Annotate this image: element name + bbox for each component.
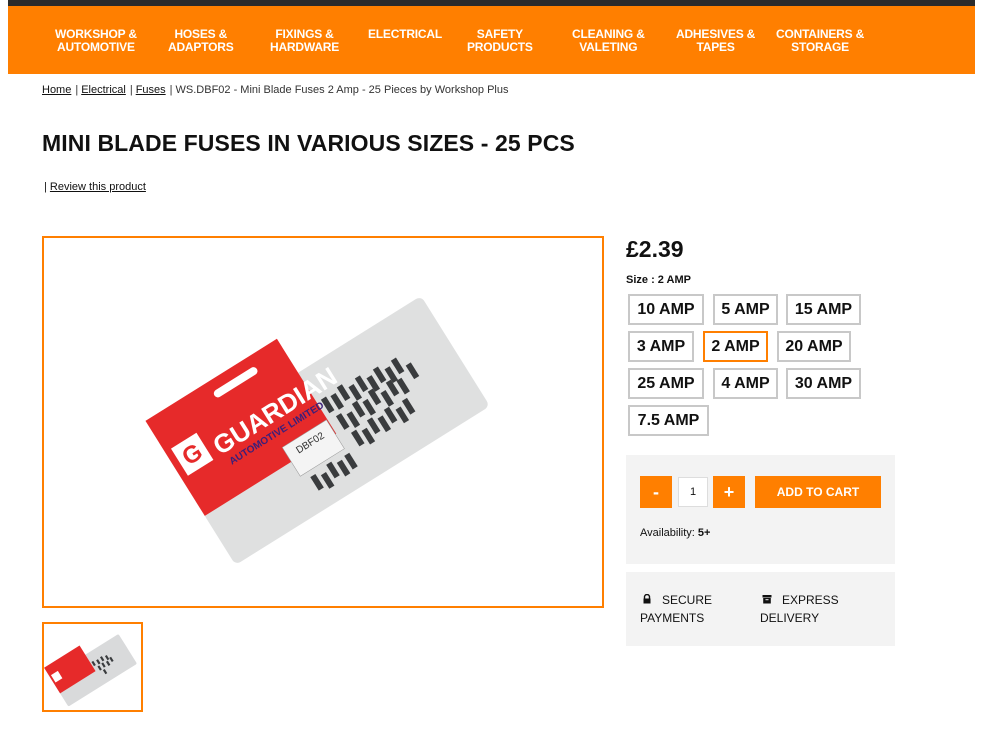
size-option-2-amp[interactable]: 2 AMP: [703, 331, 768, 362]
size-label: Size : 2 AMP: [626, 274, 691, 286]
quantity-input[interactable]: 1: [678, 477, 708, 507]
size-option-15-amp[interactable]: 15 AMP: [786, 294, 861, 325]
breadcrumb: Home | Electrical | Fuses | WS.DBF02 - Mini Bl…: [42, 84, 509, 96]
size-option-10-amp[interactable]: 10 AMP: [628, 294, 704, 325]
secure-payments: SECURE PAYMENTS: [640, 591, 712, 627]
availability: Availability: 5+: [640, 527, 710, 539]
size-option-3-amp[interactable]: 3 AMP: [628, 331, 694, 362]
express-delivery: EXPRESS DELIVERY: [760, 591, 839, 627]
trust-label-line: PAYMENTS: [640, 611, 705, 625]
nav-item-fixings-hardware[interactable]: FIXINGS & HARDWARE: [270, 28, 339, 54]
product-main-image[interactable]: G GUARDIAN AUTOMOTIVE LIMITED DBF02: [42, 236, 604, 608]
thumbnail-photo: [44, 634, 137, 707]
trust-label-line: DELIVERY: [760, 611, 820, 625]
box-icon: [762, 595, 772, 604]
size-option-30-amp[interactable]: 30 AMP: [786, 368, 861, 399]
breadcrumb-fuses[interactable]: Fuses: [136, 84, 166, 96]
breadcrumb-electrical[interactable]: Electrical: [81, 84, 126, 96]
nav-item-workshop-automotive[interactable]: WORKSHOP & AUTOMOTIVE: [55, 28, 137, 54]
breadcrumb-current: WS.DBF02 - Mini Blade Fuses 2 Amp - 25 P…: [175, 84, 509, 96]
review-separator: |: [44, 181, 47, 193]
breadcrumb-separator: |: [129, 84, 133, 96]
size-option-20-amp[interactable]: 20 AMP: [777, 331, 851, 362]
review-link[interactable]: Review this product: [50, 181, 146, 193]
nav-item-electrical[interactable]: ELECTRICAL: [368, 28, 442, 41]
breadcrumb-separator: |: [169, 84, 173, 96]
page-title: MINI BLADE FUSES IN VARIOUS SIZES - 25 P…: [42, 130, 575, 156]
nav-item-adhesives-tapes[interactable]: ADHESIVES & TAPES: [676, 28, 755, 54]
breadcrumb-home[interactable]: Home: [42, 84, 71, 96]
availability-value: 5+: [697, 527, 711, 539]
add-to-cart-button[interactable]: ADD TO CART: [755, 476, 881, 508]
size-option-4-amp[interactable]: 4 AMP: [713, 368, 778, 399]
main-navigation: WORKSHOP & AUTOMOTIVE HOSES & ADAPTORS F…: [8, 6, 975, 74]
quantity-decrease-button[interactable]: -: [640, 476, 672, 508]
size-option-7-5-amp[interactable]: 7.5 AMP: [628, 405, 709, 436]
product-price: £2.39: [626, 236, 684, 262]
product-thumbnail[interactable]: [42, 622, 143, 712]
availability-label: Availability:: [640, 527, 695, 539]
nav-item-containers-storage[interactable]: CONTAINERS & STORAGE: [776, 28, 864, 54]
cart-panel: - 1 + ADD TO CART Availability: 5+: [626, 455, 895, 564]
product-photo: G GUARDIAN AUTOMOTIVE LIMITED DBF02: [145, 298, 488, 563]
review-row: | Review this product: [44, 181, 146, 193]
lock-icon: [643, 594, 651, 604]
breadcrumb-separator: |: [75, 84, 79, 96]
trust-panel: SECURE PAYMENTS EXPRESS DELIVERY: [626, 572, 895, 646]
nav-item-hoses-adaptors[interactable]: HOSES & ADAPTORS: [168, 28, 234, 54]
nav-item-safety-products[interactable]: SAFETY PRODUCTS: [467, 28, 533, 54]
secure-payments-label: SECURE PAYMENTS: [618, 591, 712, 627]
size-option-5-amp[interactable]: 5 AMP: [713, 294, 778, 325]
quantity-increase-button[interactable]: +: [713, 476, 745, 508]
size-option-25-amp[interactable]: 25 AMP: [628, 368, 704, 399]
nav-item-cleaning-valeting[interactable]: CLEANING & VALETING: [572, 28, 645, 54]
